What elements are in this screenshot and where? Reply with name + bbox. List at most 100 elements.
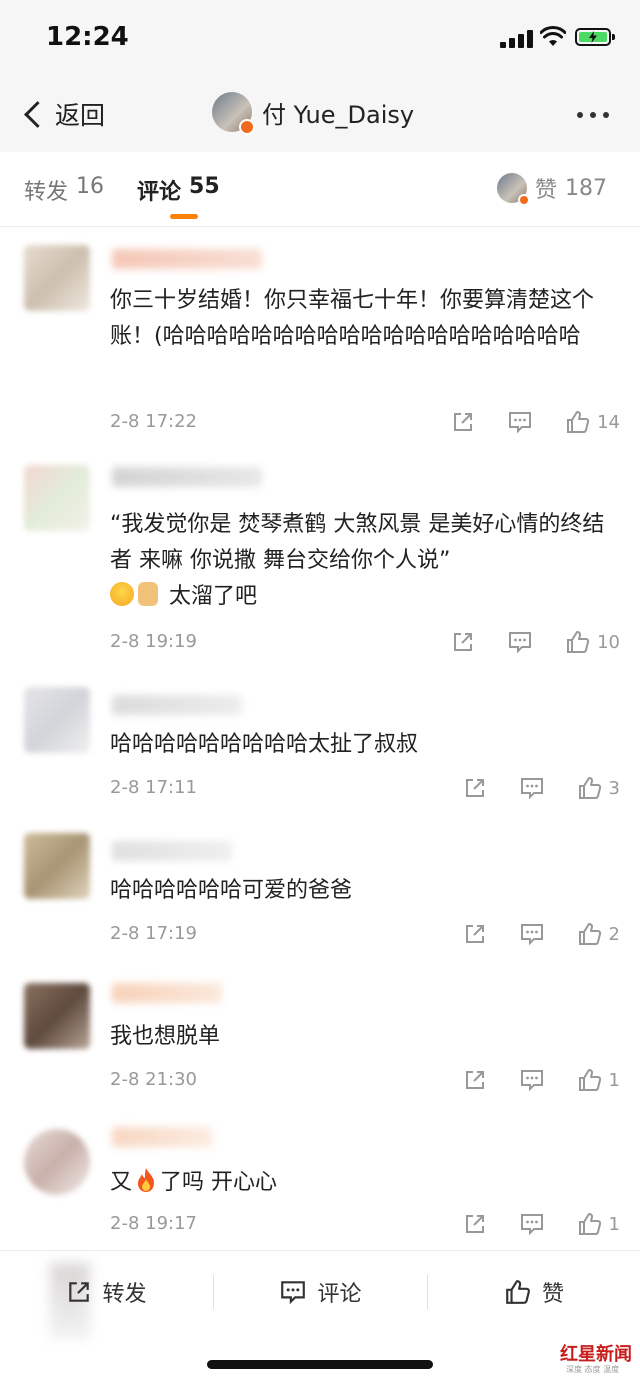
- comment-meta: 2-8 17:11 3: [110, 775, 620, 805]
- share-icon[interactable]: [463, 922, 487, 946]
- like-count: 14: [597, 411, 620, 433]
- avatar: [497, 173, 530, 206]
- comment-date: 2-8 17:22: [110, 411, 197, 432]
- tab-repost[interactable]: 转发 16: [24, 174, 104, 206]
- comment-date: 2-8 19:17: [110, 1213, 197, 1234]
- comment-date: 2-8 17:11: [110, 777, 197, 798]
- back-label: 返回: [55, 101, 106, 130]
- comment-label: 评论: [317, 1282, 362, 1307]
- back-button[interactable]: 返回: [22, 96, 105, 132]
- like-button[interactable]: 3: [577, 775, 620, 801]
- fire-emoji: [138, 1168, 155, 1192]
- tab-comment-count: 55: [189, 174, 220, 199]
- like-icon: [578, 1213, 601, 1235]
- comment-date: 2-8 21:30: [110, 1069, 197, 1090]
- commenter-name[interactable]: [112, 1127, 212, 1147]
- like-icon: [567, 411, 590, 433]
- commenter-avatar[interactable]: [24, 983, 90, 1049]
- commenter-avatar[interactable]: [24, 245, 90, 311]
- watermark-tagline: 深度 态度 温度: [566, 1365, 620, 1374]
- tab-like-count: 187: [565, 175, 608, 201]
- comment-date: 2-8 17:19: [110, 923, 197, 944]
- commenter-avatar[interactable]: [24, 833, 90, 899]
- commenter-avatar[interactable]: [24, 1129, 90, 1195]
- home-indicator[interactable]: [207, 1360, 433, 1369]
- like-button[interactable]: 赞: [428, 1251, 640, 1333]
- tab-comment[interactable]: 评论 55: [137, 174, 220, 206]
- like-icon: [506, 1280, 530, 1304]
- like-count: 2: [608, 923, 620, 945]
- comment-icon[interactable]: [519, 1068, 545, 1092]
- page-title: 付 Yue_Daisy: [262, 100, 415, 129]
- tab-like-label: 赞: [535, 178, 558, 203]
- comment-icon[interactable]: [519, 1212, 545, 1236]
- like-button[interactable]: 14: [565, 409, 620, 435]
- share-icon[interactable]: [451, 410, 475, 434]
- comment-icon[interactable]: [519, 776, 545, 800]
- comment-icon: [281, 1281, 306, 1305]
- comment-button[interactable]: 评论: [214, 1251, 427, 1333]
- like-count: 10: [597, 631, 620, 653]
- comment-icon[interactable]: [507, 630, 533, 654]
- comment-reaction: 太溜了吧: [169, 584, 258, 609]
- more-icon[interactable]: [577, 112, 609, 118]
- comment-icon[interactable]: [519, 922, 545, 946]
- like-label: 赞: [541, 1282, 564, 1307]
- like-button[interactable]: 2: [577, 921, 620, 947]
- comment-item[interactable]: “我发觉你是 焚琴煮鹤 大煞风景 是美好心情的终结者 来嘛 你说撒 舞台交给你个…: [0, 453, 640, 674]
- watermark-logo: 红星新闻: [560, 1344, 632, 1365]
- tab-bar: 转发 16 评论 55 赞 187: [0, 152, 640, 227]
- like-icon: [567, 631, 590, 653]
- comment-meta: 2-8 19:19 10: [110, 629, 620, 659]
- like-icon: [578, 923, 601, 945]
- avatar[interactable]: [212, 92, 255, 135]
- like-count: 3: [608, 777, 620, 799]
- tab-like[interactable]: 赞 187: [497, 172, 608, 206]
- comment-meta: 2-8 19:17 1: [110, 1211, 620, 1241]
- like-button[interactable]: 1: [577, 1067, 620, 1093]
- commenter-name[interactable]: [112, 467, 262, 487]
- tab-repost-count: 16: [76, 174, 105, 199]
- commenter-name[interactable]: [112, 841, 232, 861]
- commenter-name[interactable]: [112, 983, 222, 1003]
- share-icon[interactable]: [463, 1068, 487, 1092]
- nav-user[interactable]: 付 Yue_Daisy: [212, 92, 415, 135]
- comment-item[interactable]: 我也想脱单 2-8 21:30 1: [0, 965, 640, 1112]
- like-button[interactable]: 1: [577, 1211, 620, 1237]
- tab-active-indicator: [170, 214, 198, 219]
- comment-text: 又 了吗 开心心: [110, 1165, 618, 1201]
- comment-item[interactable]: 你三十岁结婚！你只幸福七十年！你要算清楚这个账！(哈哈哈哈哈哈哈哈哈哈哈哈哈哈哈…: [0, 227, 640, 454]
- commenter-avatar[interactable]: [24, 687, 90, 753]
- comment-text: 哈哈哈哈哈哈哈哈哈太扯了叔叔: [110, 732, 419, 757]
- comment-meta: 2-8 21:30 1: [110, 1067, 620, 1097]
- comment-date: 2-8 19:19: [110, 631, 197, 652]
- status-bar: 12:24: [0, 0, 640, 76]
- like-count: 1: [608, 1213, 620, 1235]
- commenter-avatar[interactable]: [24, 465, 90, 531]
- back-chevron-icon: [24, 100, 51, 128]
- commenter-name[interactable]: [112, 695, 242, 715]
- comment-text: 你三十岁结婚！你只幸福七十年！你要算清楚这个账！(哈哈哈哈哈哈哈哈哈哈哈哈哈哈哈…: [110, 288, 595, 349]
- share-icon[interactable]: [463, 776, 487, 800]
- commenter-name[interactable]: [112, 249, 262, 269]
- laughing-emoji: [110, 582, 134, 606]
- status-time: 12:24: [46, 22, 129, 52]
- comment-item[interactable]: 又 了吗 开心心 2-8 19:17 1: [0, 1111, 640, 1250]
- comment-quote: “我发觉你是 焚琴煮鹤 大煞风景 是美好心情的终结者 来嘛 你说撒 舞台交给你个…: [110, 512, 605, 573]
- cellular-signal-icon: [500, 30, 534, 48]
- thumbs-up-emoji: [138, 582, 158, 606]
- comment-text: “我发觉你是 焚琴煮鹤 大煞风景 是美好心情的终结者 来嘛 你说撒 舞台交给你个…: [110, 507, 618, 615]
- comment-item[interactable]: 哈哈哈哈哈哈可爱的爸爸 2-8 17:19 2: [0, 819, 640, 966]
- comment-meta: 2-8 17:19 2: [110, 921, 620, 951]
- battery-icon: [575, 28, 615, 46]
- like-icon: [578, 1069, 601, 1091]
- comment-item[interactable]: 哈哈哈哈哈哈哈哈哈太扯了叔叔 2-8 17:11 3: [0, 673, 640, 820]
- tab-repost-label: 转发: [24, 180, 69, 205]
- comment-text-before: 又: [110, 1170, 133, 1195]
- repost-button[interactable]: 转发: [0, 1251, 213, 1333]
- like-button[interactable]: 10: [565, 629, 620, 655]
- share-icon[interactable]: [463, 1212, 487, 1236]
- navigation-bar: 返回 付 Yue_Daisy: [0, 76, 640, 152]
- comment-icon[interactable]: [507, 410, 533, 434]
- share-icon[interactable]: [451, 630, 475, 654]
